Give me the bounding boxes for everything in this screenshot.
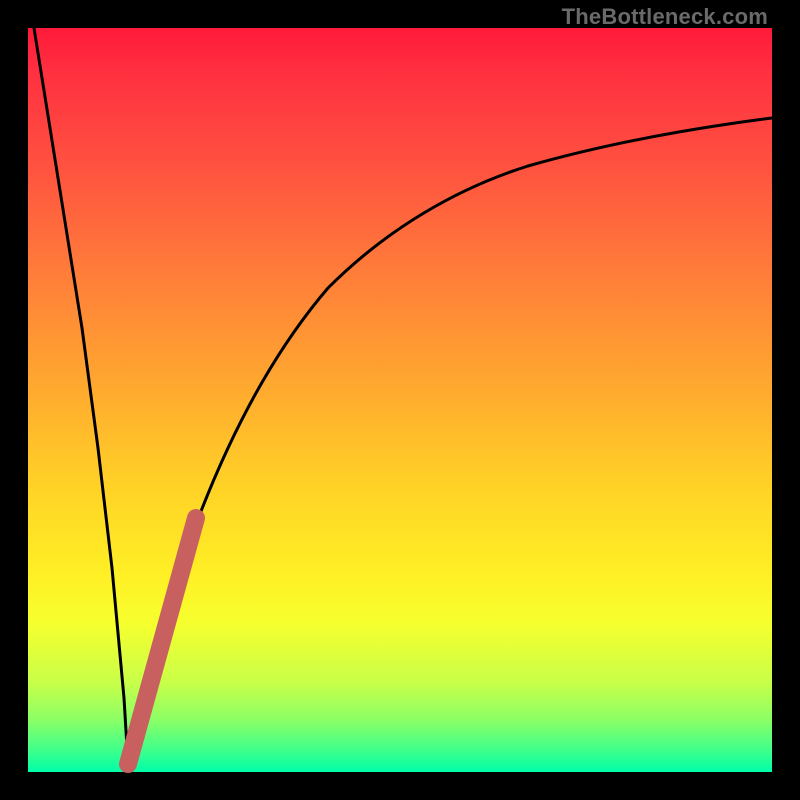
bottleneck-curve-path [34,28,772,764]
highlight-marker [128,518,196,764]
chart-svg [28,28,772,772]
outer-frame: TheBottleneck.com [0,0,800,800]
chart-plot-area [28,28,772,772]
attribution-watermark: TheBottleneck.com [562,4,768,30]
